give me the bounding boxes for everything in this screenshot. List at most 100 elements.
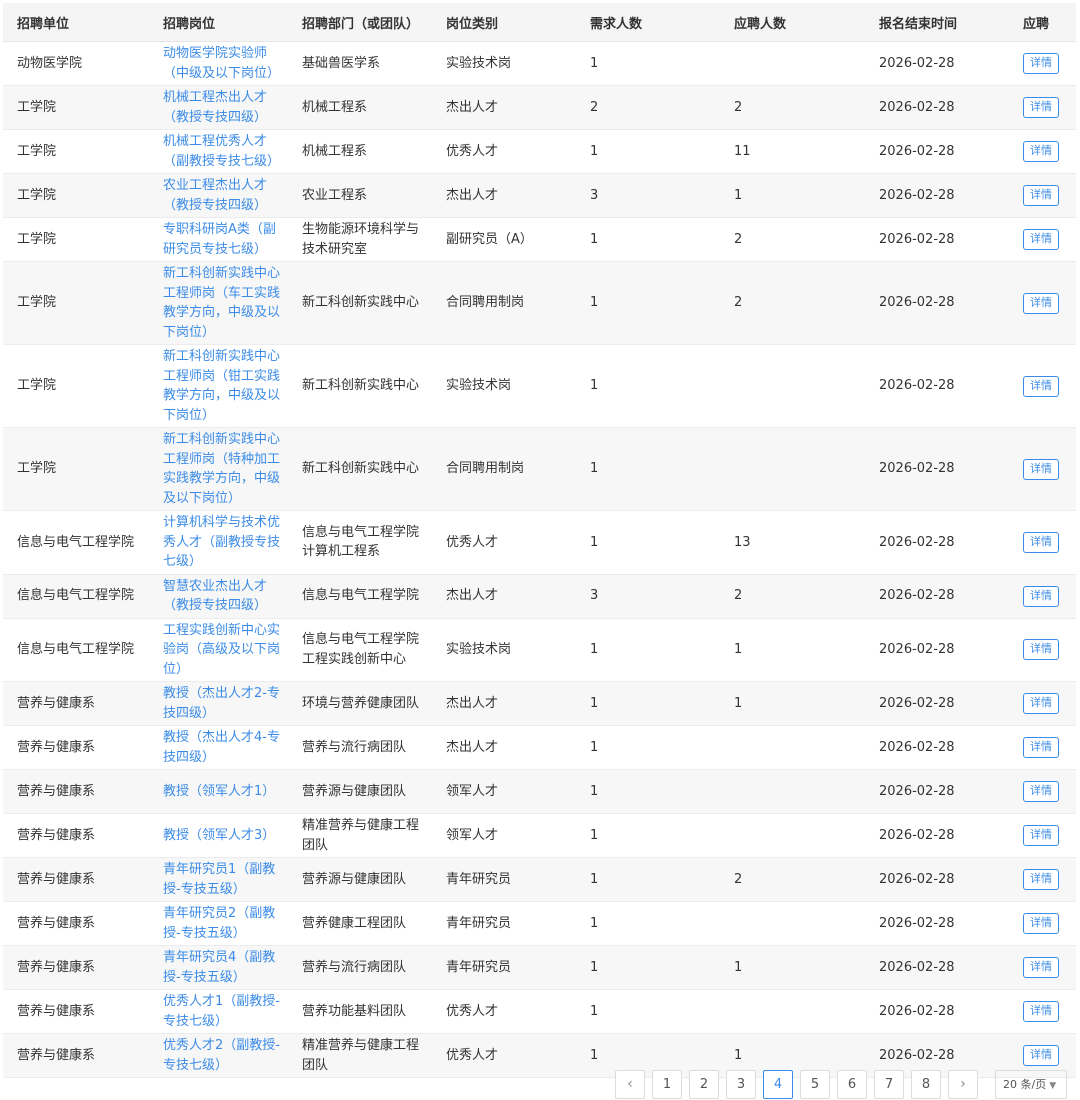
cell-position-link[interactable]: 新工科创新实践中心工程师岗（钳工实践教学方向，中级及以下岗位） [163, 349, 280, 423]
detail-button[interactable]: 详情 [1023, 97, 1059, 118]
cell-applicants: 1 [734, 695, 743, 711]
detail-button[interactable]: 详情 [1023, 639, 1059, 661]
detail-button[interactable]: 详情 [1023, 913, 1059, 934]
cell-position-link[interactable]: 动物医学院实验师（中级及以下岗位） [163, 46, 280, 81]
cell-position-link[interactable]: 农业工程杰出人才（教授专技四级） [163, 178, 267, 213]
table-cell: 营养与健康系 [3, 725, 147, 770]
cell-position-link[interactable]: 智慧农业杰出人才（教授专技四级） [163, 579, 267, 614]
cell-category: 杰出人才 [446, 695, 499, 711]
header-unit[interactable]: 招聘单位 [3, 3, 147, 42]
cell-category: 副研究员（A） [446, 231, 533, 247]
table-cell: 1 [574, 618, 718, 682]
page-5-button[interactable]: 5 [800, 1070, 830, 1099]
chevron-left-icon[interactable]: ‹ [615, 1070, 645, 1099]
table-cell: 青年研究员2（副教授-专技五级） [147, 901, 286, 946]
cell-applicants: 11 [734, 143, 751, 159]
table-cell: 2026-02-28 [863, 574, 1007, 619]
table-cell: 营养与健康系 [3, 945, 147, 990]
cell-position-link[interactable]: 专职科研岗A类（副研究员专技七级） [163, 222, 276, 257]
cell-position-link[interactable]: 优秀人才1（副教授-专技七级） [163, 994, 280, 1029]
cell-position-link[interactable]: 机械工程优秀人才（副教授专技七级） [163, 134, 280, 169]
cell-needed: 1 [590, 959, 599, 975]
table-cell: 合同聘用制岗 [430, 261, 574, 345]
detail-button[interactable]: 详情 [1023, 693, 1059, 714]
detail-button[interactable]: 详情 [1023, 869, 1059, 890]
header-needed[interactable]: 需求人数 [574, 3, 718, 42]
header-category[interactable]: 岗位类别 [430, 3, 574, 42]
detail-button[interactable]: 详情 [1023, 185, 1059, 206]
table-row: 营养与健康系 教授（杰出人才4-专技四级） 营养与流行病团队 杰出人才 1 2026-02… [3, 725, 1076, 770]
cell-category: 实验技术岗 [446, 55, 512, 71]
page-4-button[interactable]: 4 [763, 1070, 793, 1099]
page-size-select[interactable]: 20 条/页 ▼ [995, 1070, 1067, 1099]
cell-position-link[interactable]: 教授（杰出人才4-专技四级） [163, 730, 280, 765]
table-cell: 信息与电气工程学院 [3, 510, 147, 575]
cell-position-link[interactable]: 青年研究员2（副教授-专技五级） [163, 906, 275, 941]
table-cell: 1 [718, 173, 863, 218]
detail-button[interactable]: 详情 [1023, 1045, 1059, 1066]
page-8-button[interactable]: 8 [911, 1070, 941, 1099]
page-2-button[interactable]: 2 [689, 1070, 719, 1099]
detail-button[interactable]: 详情 [1023, 458, 1059, 480]
header-position[interactable]: 招聘岗位 [147, 3, 286, 42]
header-deadline[interactable]: 报名结束时间 [863, 3, 1007, 42]
table-cell: 详情 [1007, 41, 1076, 86]
cell-needed: 1 [590, 295, 599, 311]
cell-needed: 1 [590, 55, 599, 71]
cell-position-link[interactable]: 优秀人才2（副教授-专技七级） [163, 1038, 280, 1073]
header-applicants[interactable]: 应聘人数 [718, 3, 863, 42]
detail-button[interactable]: 详情 [1023, 781, 1059, 802]
detail-button[interactable]: 详情 [1023, 825, 1059, 846]
detail-button[interactable]: 详情 [1023, 1001, 1059, 1022]
table-cell: 2026-02-28 [863, 989, 1007, 1034]
detail-button[interactable]: 详情 [1023, 375, 1059, 397]
cell-unit: 工学院 [17, 143, 57, 159]
cell-position-link[interactable]: 青年研究员1（副教授-专技五级） [163, 862, 275, 897]
cell-position-link[interactable]: 新工科创新实践中心工程师岗（特种加工实践教学方向，中级及以下岗位） [163, 432, 280, 506]
cell-unit: 营养与健康系 [17, 739, 96, 755]
table-cell: 详情 [1007, 344, 1076, 428]
table-cell: 2026-02-28 [863, 41, 1007, 86]
page-1-button[interactable]: 1 [652, 1070, 682, 1099]
cell-unit: 营养与健康系 [17, 915, 96, 931]
cell-unit: 工学院 [17, 461, 57, 477]
cell-unit: 营养与健康系 [17, 695, 96, 711]
cell-position-link[interactable]: 教授（领军人才1） [163, 784, 275, 799]
detail-button[interactable]: 详情 [1023, 737, 1059, 758]
detail-button[interactable]: 详情 [1023, 957, 1059, 978]
cell-applicants: 1 [734, 642, 743, 657]
cell-deadline: 2026-02-28 [879, 461, 955, 477]
table-row: 营养与健康系 青年研究员4（副教授-专技五级） 营养与流行病团队 青年研究员 1 1 202… [3, 945, 1076, 990]
page-3-button[interactable]: 3 [726, 1070, 756, 1099]
cell-position-link[interactable]: 教授（领军人才3） [163, 828, 275, 843]
cell-applicants: 2 [734, 871, 743, 887]
page-7-button[interactable]: 7 [874, 1070, 904, 1099]
cell-position-link[interactable]: 青年研究员4（副教授-专技五级） [163, 950, 275, 985]
table-cell: 营养与健康系 [3, 681, 147, 726]
table-cell: 营养源与健康团队 [286, 769, 430, 814]
table-row: 信息与电气工程学院 智慧农业杰出人才（教授专技四级） 信息与电气工程学院 杰出人才 3 2… [3, 574, 1076, 619]
chevron-right-icon[interactable]: › [948, 1070, 978, 1099]
table-cell: 1 [574, 129, 718, 174]
table-cell: 2026-02-28 [863, 427, 1007, 511]
cell-applicants: 2 [734, 99, 743, 115]
header-department[interactable]: 招聘部门（或团队） [286, 3, 430, 42]
detail-button[interactable]: 详情 [1023, 229, 1059, 250]
table-cell: 教授（领军人才1） [147, 769, 286, 814]
page-6-button[interactable]: 6 [837, 1070, 867, 1099]
cell-position-link[interactable]: 教授（杰出人才2-专技四级） [163, 686, 280, 721]
cell-deadline: 2026-02-28 [879, 783, 955, 799]
cell-position-link[interactable]: 机械工程杰出人才（教授专技四级） [163, 90, 267, 125]
detail-button[interactable]: 详情 [1023, 141, 1059, 162]
table-cell: 营养健康工程团队 [286, 901, 430, 946]
table-cell: 机械工程杰出人才（教授专技四级） [147, 85, 286, 130]
cell-position-link[interactable]: 新工科创新实践中心工程师岗（车工实践教学方向，中级及以下岗位） [163, 266, 280, 340]
table-cell: 11 [718, 129, 863, 174]
detail-button[interactable]: 详情 [1023, 292, 1059, 314]
detail-button[interactable]: 详情 [1023, 585, 1059, 607]
detail-button[interactable]: 详情 [1023, 53, 1059, 74]
detail-button[interactable]: 详情 [1023, 531, 1059, 553]
cell-position-link[interactable]: 工程实践创新中心实验岗（高级及以下岗位） [163, 623, 280, 677]
cell-position-link[interactable]: 计算机科学与技术优秀人才（副教授专技七级） [163, 515, 280, 569]
table-cell: 优秀人才 [430, 1033, 574, 1078]
